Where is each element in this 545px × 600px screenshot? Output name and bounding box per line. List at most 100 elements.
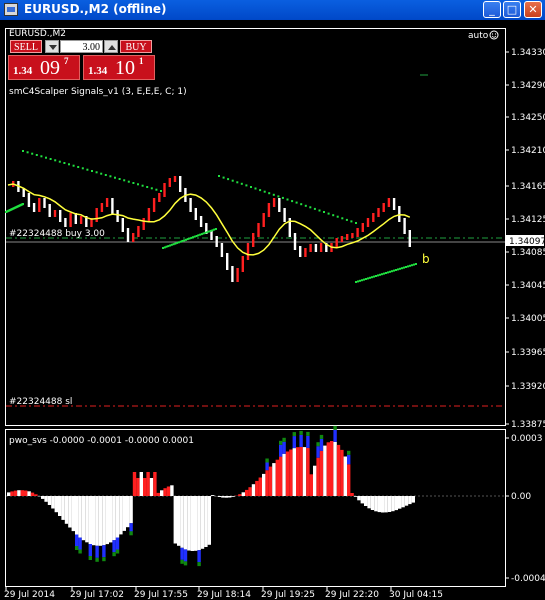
histogram-bar [129,523,133,532]
chart-area[interactable]: EURUSD.,M2 auto smC4Scalper Signals_v1 (… [0,20,545,600]
histogram-bar [292,448,296,496]
signal-dot [95,171,98,174]
histogram-bar [204,496,208,547]
signal-dot [389,270,391,273]
sub-indicator-label: pwo_svs -0.0000 -0.0001 -0.0000 0.0001 [9,436,194,446]
minimize-button[interactable]: _ [483,1,501,18]
histogram-bar [275,459,279,496]
histogram-bar [122,496,126,531]
ask-prefix: 1.34 [88,65,108,77]
histogram-bar [347,450,351,455]
histogram-bar [306,435,310,448]
histogram-bar [384,496,388,513]
histogram-bar [316,457,320,496]
histogram-bar [299,434,303,447]
histogram-bar [24,490,28,496]
lot-size-input[interactable]: 3.00 [60,40,103,53]
signal-dot [415,263,417,265]
buy-price-box[interactable]: 1.34 10 1 [83,55,155,80]
histogram-bar [228,496,232,498]
histogram-bar [98,496,103,546]
maximize-button[interactable]: □ [503,1,521,18]
histogram-bar [27,491,31,496]
bid-prefix: 1.34 [13,65,33,77]
signal-dot [81,167,84,170]
histogram-bar [71,496,75,532]
histogram-bar [163,488,167,496]
histogram-bar [197,550,201,563]
bid-fraction: 7 [64,56,69,66]
histogram-bar [149,478,154,496]
histogram-bar [115,537,120,550]
price-axis-label: 1.34085 [511,248,545,258]
sell-button[interactable]: SELL [10,40,42,53]
histogram-bar [282,437,286,442]
signal-dot [207,230,210,233]
lot-increase-button[interactable] [104,40,118,53]
signal-dot [345,218,348,221]
buy-button[interactable]: BUY [120,40,152,53]
lot-decrease-button[interactable] [45,40,59,53]
histogram-bar [319,434,324,439]
signal-dot [355,222,357,224]
histogram-bar [129,531,133,536]
histogram-bar [265,458,269,463]
histogram-bar [170,485,174,496]
sell-price-box[interactable]: 1.34 09 7 [8,55,80,80]
signal-dot [272,193,275,196]
histogram-bar [105,496,109,545]
title-bar[interactable]: EURUSD.,M2 (offline) _ □ ✕ [0,0,545,20]
signal-dot [54,159,57,162]
signal-dot [204,231,207,234]
signal-dot [291,200,294,203]
signal-dot [222,176,225,179]
chart-window-icon[interactable] [4,3,18,16]
histogram-bar [41,496,45,499]
signal-dot [176,241,179,244]
histogram-bar [343,456,347,496]
histogram-bar [299,446,303,496]
signal-dot [357,280,359,283]
histogram-bar [353,496,358,497]
histogram-bar [112,540,116,553]
signal-dot [336,215,339,218]
histogram-bar [255,480,259,496]
sl-line-label: #22324488 sl [9,397,72,407]
signal-dot [213,228,216,231]
signal-dot [313,207,316,210]
close-button[interactable]: ✕ [524,1,542,18]
signal-dot [172,243,175,246]
histogram-bar [88,544,92,556]
signal-dot [127,180,130,183]
ask-fraction: 1 [139,56,144,66]
signal-dot [186,238,189,241]
histogram-bar [10,491,14,496]
signal-dot [209,229,212,232]
signal-dot [104,174,107,176]
signal-dot [259,189,262,192]
histogram-bar [411,496,415,503]
signal-dot [387,271,389,274]
histogram-bar [136,478,140,496]
histogram-bar [282,441,286,454]
histogram-bar [54,496,58,513]
sub-axis: 0.0003 0.00 -0.0004 [505,434,545,584]
price-axis-label: 1.34250 [511,113,545,123]
histogram-bar [102,545,106,558]
signal-dot [250,186,252,188]
signal-dot [413,263,415,266]
signal-dot [109,175,112,178]
histogram-bar [160,490,164,496]
smiley-icon[interactable] [489,30,499,40]
histogram-bar [245,489,249,496]
pwo-histogram [7,425,415,567]
histogram-bar [367,496,371,509]
signal-dot [177,241,180,244]
histogram-bar [92,496,96,546]
signal-dot [188,237,191,240]
histogram-bar [377,496,381,513]
histogram-bar [61,496,65,520]
histogram-bar [279,440,283,445]
histogram-bar [238,494,242,496]
histogram-bar [251,484,256,496]
